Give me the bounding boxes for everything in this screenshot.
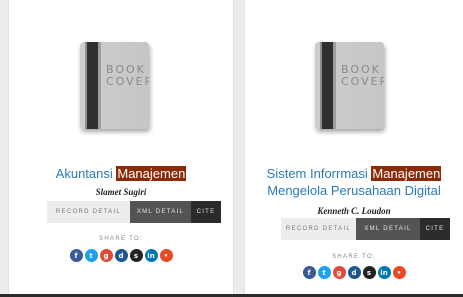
book-cover-label: BOOK COVER <box>106 63 149 88</box>
delicious-icon[interactable]: • <box>392 266 406 279</box>
cite-button[interactable]: Cite <box>191 201 221 223</box>
xml-detail-button[interactable]: XML Detail <box>130 201 191 223</box>
digg-icon[interactable]: d <box>114 249 128 262</box>
search-highlight: Manajemen <box>371 166 442 181</box>
share-icons: f t g d s in • <box>245 266 463 279</box>
record-detail-button[interactable]: Record Detail <box>47 201 130 223</box>
book-card: BOOK COVER Sistem Inforrmasi Manajemen M… <box>244 0 463 297</box>
stumbleupon-icon[interactable]: s <box>129 249 143 262</box>
book-cover-image[interactable]: BOOK COVER <box>80 42 149 129</box>
linkedin-icon[interactable]: in <box>377 266 391 279</box>
title-text-line2: Mengelola Perusahaan Digital <box>267 183 441 198</box>
book-author: Slamet Sugiri <box>95 187 147 197</box>
delicious-icon[interactable]: • <box>159 249 173 262</box>
title-text: Akuntansi <box>55 166 117 181</box>
book-title-link[interactable]: Sistem Inforrmasi Manajemen Mengelola Pe… <box>245 165 463 199</box>
search-highlight: Manajemen <box>116 166 187 181</box>
linkedin-icon[interactable]: in <box>144 249 158 262</box>
record-detail-button[interactable]: Record Detail <box>281 218 356 240</box>
share-label: SHARE TO: <box>332 254 376 260</box>
book-results-grid: BOOK COVER Akuntansi Manajemen Slamet Su… <box>0 0 463 297</box>
book-author: Kenneth C. Loudon <box>317 206 391 216</box>
book-title-link[interactable]: Akuntansi Manajemen <box>9 165 233 182</box>
cite-button[interactable]: Cite <box>420 218 450 240</box>
google-plus-icon[interactable]: g <box>99 249 113 262</box>
share-icons: f t g d s in • <box>9 249 233 262</box>
title-text: Sistem Inforrmasi <box>266 166 372 181</box>
share-label: SHARE TO: <box>99 236 143 242</box>
book-card: BOOK COVER Akuntansi Manajemen Slamet Su… <box>8 0 234 297</box>
action-buttons: Record Detail XML Detail Cite <box>47 201 221 223</box>
facebook-icon[interactable]: f <box>302 266 316 279</box>
book-cover-image[interactable]: BOOK COVER <box>315 42 384 129</box>
xml-detail-button[interactable]: XML Detail <box>356 218 420 240</box>
facebook-icon[interactable]: f <box>69 249 83 262</box>
action-buttons: Record Detail XML Detail Cite <box>281 218 450 240</box>
twitter-icon[interactable]: t <box>317 266 331 279</box>
stumbleupon-icon[interactable]: s <box>362 266 376 279</box>
google-plus-icon[interactable]: g <box>332 266 346 279</box>
twitter-icon[interactable]: t <box>84 249 98 262</box>
book-cover-label: BOOK COVER <box>341 63 384 88</box>
digg-icon[interactable]: d <box>347 266 361 279</box>
